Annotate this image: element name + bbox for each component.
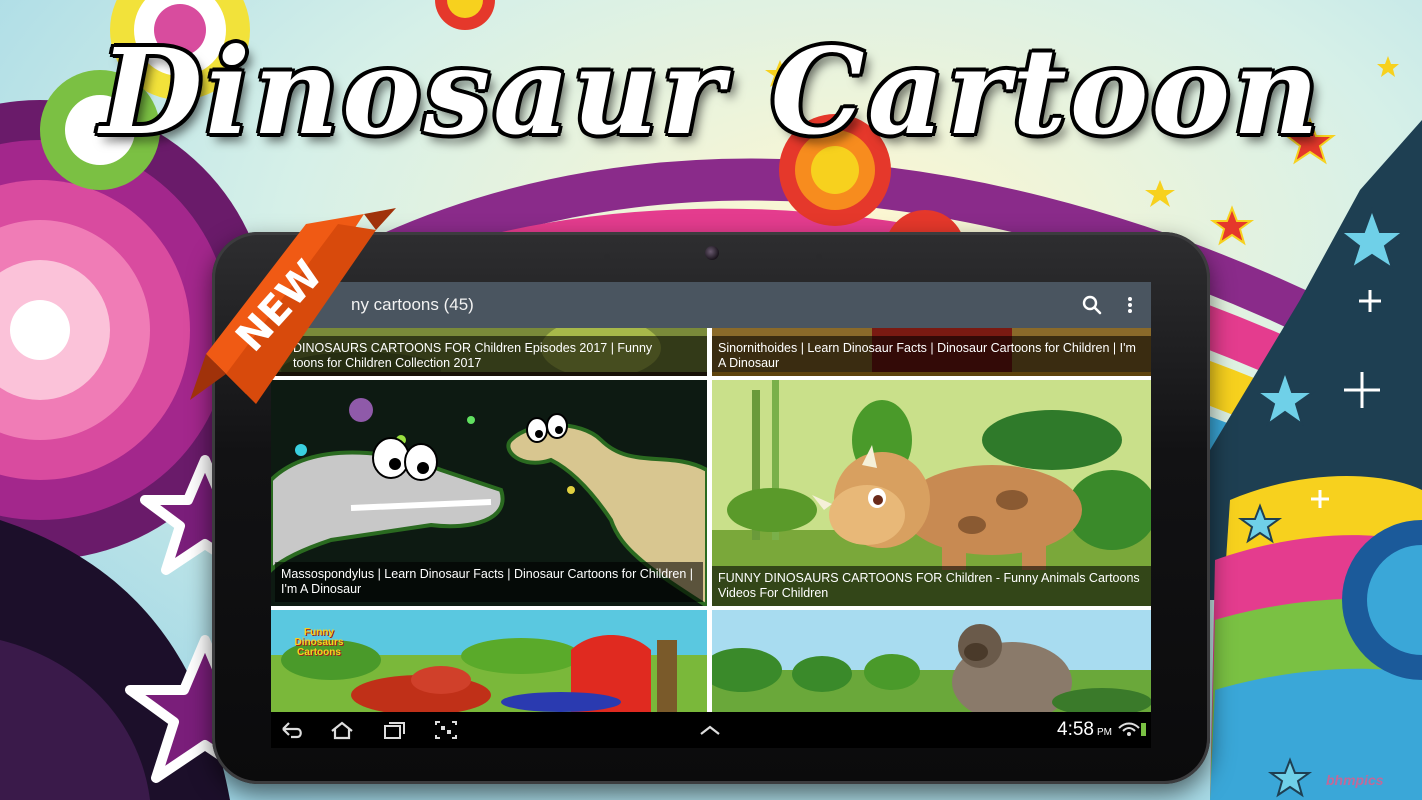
- action-bar: ny cartoons (45): [271, 282, 1151, 328]
- video-title: Sinornithoides | Learn Dinosaur Facts | …: [712, 336, 1151, 376]
- system-navigation-bar: 4:58 PM: [271, 712, 1151, 748]
- home-icon[interactable]: [329, 719, 355, 741]
- video-tile[interactable]: DINOSAURS CARTOONS FOR Children Episodes…: [271, 328, 707, 376]
- recent-apps-icon[interactable]: [381, 719, 407, 741]
- overflow-menu-icon[interactable]: [1117, 292, 1143, 318]
- front-camera: [705, 246, 719, 260]
- search-icon[interactable]: [1079, 292, 1105, 318]
- video-thumbnail: [712, 610, 1151, 712]
- video-thumbnail: [271, 610, 707, 712]
- app-title: ny cartoons (45): [351, 295, 474, 314]
- sensor-dot: [816, 254, 822, 260]
- video-tile[interactable]: [712, 610, 1151, 712]
- promo-title: Dinosaur Cartoon: [100, 22, 1322, 161]
- screenshot-icon[interactable]: [433, 719, 459, 741]
- sensor-dot: [604, 254, 610, 260]
- video-tile-selected[interactable]: Massospondylus | Learn Dinosaur Facts | …: [271, 380, 707, 606]
- video-title: Massospondylus | Learn Dinosaur Facts | …: [275, 562, 703, 602]
- video-grid: DINOSAURS CARTOONS FOR Children Episodes…: [271, 328, 1151, 712]
- tablet-screen: ny cartoons (45) DINOSAURS CARTOONS FOR …: [271, 282, 1151, 748]
- video-title: FUNNY DINOSAURS CARTOONS FOR Children - …: [712, 566, 1151, 606]
- video-title: DINOSAURS CARTOONS FOR Children Episodes…: [271, 336, 707, 376]
- tablet-device: ny cartoons (45) DINOSAURS CARTOONS FOR …: [212, 232, 1210, 784]
- watermark: bhmpics: [1326, 772, 1384, 788]
- video-tile[interactable]: FUNNY DINOSAURS CARTOONS FOR Children - …: [712, 380, 1151, 606]
- wifi-battery-icon: [1118, 722, 1146, 736]
- video-tile[interactable]: Sinornithoides | Learn Dinosaur Facts | …: [712, 328, 1151, 376]
- chevron-up-icon[interactable]: [697, 719, 723, 741]
- back-icon[interactable]: [279, 719, 305, 741]
- video-tile[interactable]: Funny Dinosaurs Cartoons: [271, 610, 707, 712]
- status-clock: 4:58 PM: [1057, 719, 1112, 740]
- thumbnail-logo-text: Funny Dinosaurs Cartoons: [294, 627, 344, 658]
